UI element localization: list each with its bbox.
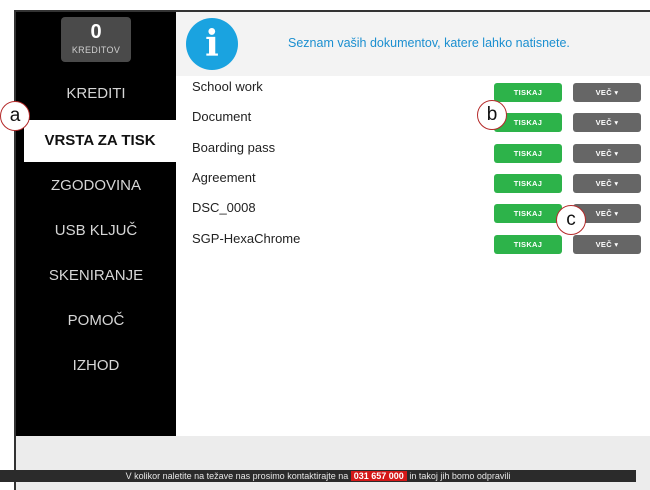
header: i Seznam vaših dokumentov, katere lahko … (176, 12, 650, 76)
document-row: Document TISKAJ VEČ ▾ (176, 108, 650, 138)
credit-value: 0 (90, 21, 102, 43)
nav-item-usb-kljuc[interactable]: USB KLJUČ (16, 210, 176, 252)
document-name: DSC_0008 (192, 200, 256, 215)
header-message: Seznam vaših dokumentov, katere lahko na… (288, 36, 570, 50)
document-row: School work TISKAJ VEČ ▾ (176, 78, 650, 108)
more-button[interactable]: VEČ ▾ (573, 113, 641, 132)
document-name: School work (192, 79, 263, 94)
print-button[interactable]: TISKAJ (494, 83, 562, 102)
footer-text-after: in takoj jih bomo odpravili (409, 471, 511, 481)
document-name: Agreement (192, 170, 256, 185)
document-name: SGP-HexaChrome (192, 231, 301, 246)
more-button[interactable]: VEČ ▾ (573, 144, 641, 163)
info-icon: i (186, 18, 238, 70)
more-button[interactable]: VEČ ▾ (573, 235, 641, 254)
more-button[interactable]: VEČ ▾ (573, 174, 641, 193)
document-name: Document (192, 109, 252, 124)
nav-item-pomoc[interactable]: POMOČ (16, 300, 176, 342)
credit-label: KREDITOV (71, 45, 121, 55)
footer-text-before: V kolikor naletite na težave nas prosimo… (125, 471, 349, 481)
document-name: Boarding pass (192, 140, 276, 155)
nav-item-krediti[interactable]: KREDITI (16, 73, 176, 115)
callout-c: c (556, 205, 586, 235)
document-row: Boarding pass TISKAJ VEČ ▾ (176, 139, 650, 169)
footer-contact-bar: V kolikor naletite na težave nas prosimo… (0, 470, 636, 482)
nav-item-zgodovina[interactable]: ZGODOVINA (16, 165, 176, 207)
document-row: Agreement TISKAJ VEČ ▾ (176, 169, 650, 199)
nav-item-vrsta-za-tisk[interactable]: VRSTA ZA TISK (24, 120, 176, 162)
print-button[interactable]: TISKAJ (494, 144, 562, 163)
callout-a: a (0, 101, 30, 131)
print-button[interactable]: TISKAJ (494, 204, 562, 223)
document-row: SGP-HexaChrome TISKAJ VEČ ▾ (176, 230, 650, 260)
sidebar: 0 KREDITOV KREDITI VRSTA ZA TISK ZGODOVI… (16, 12, 176, 436)
print-button[interactable]: TISKAJ (494, 235, 562, 254)
nav-item-skeniranje[interactable]: SKENIRANJE (16, 255, 176, 297)
more-button[interactable]: VEČ ▾ (573, 83, 641, 102)
credit-counter: 0 KREDITOV (61, 17, 131, 62)
support-phone: 031 657 000 (350, 471, 407, 481)
kiosk-window: 0 KREDITOV KREDITI VRSTA ZA TISK ZGODOVI… (14, 10, 650, 490)
callout-b: b (477, 100, 507, 130)
nav-item-izhod[interactable]: IZHOD (16, 345, 176, 387)
print-button[interactable]: TISKAJ (494, 174, 562, 193)
